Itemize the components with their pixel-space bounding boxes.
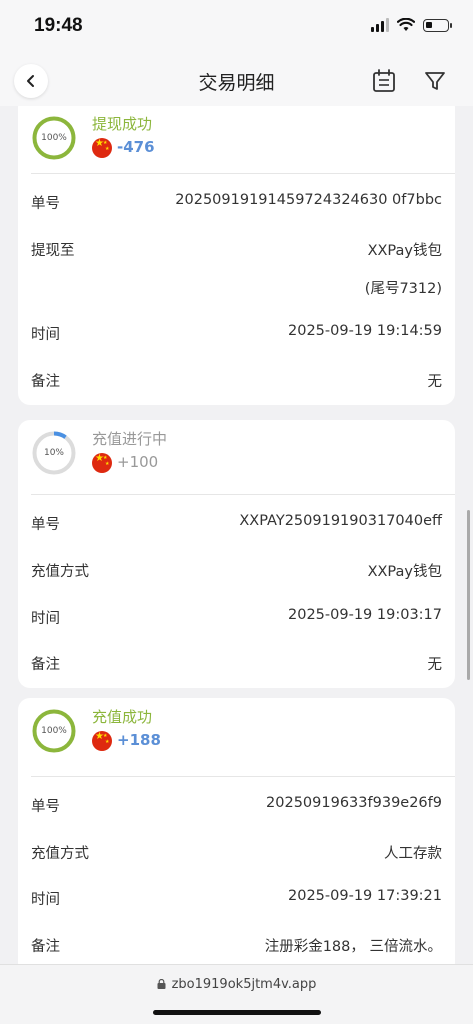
status-time: 19:48 [34,15,83,36]
card-header: 10% 充值进行中 ★ ★ ★ +100 [18,420,455,486]
row-label: 时间 [31,892,60,908]
row-label: 单号 [31,517,60,533]
row-label: 单号 [31,799,60,815]
row-label: 备注 [31,374,60,390]
row-value: 2025-09-19 17:39:21 [288,888,442,904]
amount-text: +100 [117,453,159,471]
order-number: XXPAY250919190317040eff [239,513,442,529]
row-label: 单号 [31,196,60,212]
row-value: XXPay钱包 [367,564,442,580]
status-icons [371,18,452,32]
row-value: 2025-09-19 19:14:59 [288,323,442,339]
divider [31,494,455,495]
status-text: 提现成功 [92,115,153,133]
page-title: 交易明细 [198,72,275,94]
transaction-card: 100% 提现成功 ★ ★ ★ -476 单号 202509191914597243… [18,106,455,405]
row-value: 人工存款 [384,846,442,862]
amount-text: -476 [117,138,155,156]
card-header: 100% 提现成功 ★ ★ ★ -476 [18,106,455,171]
divider [31,776,455,777]
scrollbar[interactable] [467,510,470,680]
transaction-list[interactable]: 100% 提现成功 ★ ★ ★ -476 单号 202509191914597243… [18,106,455,964]
transaction-card: 100% 充值成功 ★ ★ ★ +188 单号 20250919633f939e26… [18,698,455,964]
china-flag-icon: ★ ★ ★ [92,731,112,751]
row-label: 时间 [31,611,60,627]
row-value: 无 [427,374,443,390]
progress-label: 100% [41,133,67,143]
home-indicator[interactable] [153,1010,321,1015]
nav-header: 交易明细 [0,56,473,106]
china-flag-icon: ★ ★ ★ [92,138,112,158]
row-label: 备注 [31,657,60,673]
amount-text: +188 [117,731,161,749]
china-flag-icon: ★ ★ ★ [92,453,112,473]
row-value: XXPay钱包 [367,243,442,259]
row-value: 2025-09-19 19:03:17 [288,607,442,623]
row-label: 时间 [31,327,60,343]
progress-label: 10% [43,448,64,458]
row-value: (尾号7312) [364,281,442,297]
filter-icon[interactable] [423,69,447,93]
url-display[interactable]: zbo1919ok5jtm4v.app [0,977,473,992]
lock-icon [157,979,166,989]
order-number: 20250919191459724324630 0f7bbc [175,192,442,208]
status-text: 充值进行中 [92,430,168,448]
row-label: 备注 [31,939,60,955]
status-bar: 19:48 [0,0,473,56]
cellular-signal-icon [371,18,389,32]
browser-url-bar[interactable]: zbo1919ok5jtm4v.app [0,964,473,1024]
wifi-icon [397,18,415,31]
row-value: 无 [427,657,443,673]
status-text: 充值成功 [92,708,153,726]
card-header: 100% 充值成功 ★ ★ ★ +188 [18,698,455,764]
transaction-card: 10% 充值进行中 ★ ★ ★ +100 单号 XXPAY2509191903170… [18,420,455,688]
battery-icon [423,18,452,32]
row-label: 提现至 [31,243,75,259]
row-label: 充值方式 [31,564,89,580]
order-number: 20250919633f939e26f9 [266,795,442,811]
row-label: 充值方式 [31,846,89,862]
row-value: 注册彩金188， 三倍流水。 [264,939,442,955]
divider [31,173,455,174]
url-text: zbo1919ok5jtm4v.app [171,977,317,992]
progress-label: 100% [41,726,67,736]
calendar-icon[interactable] [371,68,397,94]
